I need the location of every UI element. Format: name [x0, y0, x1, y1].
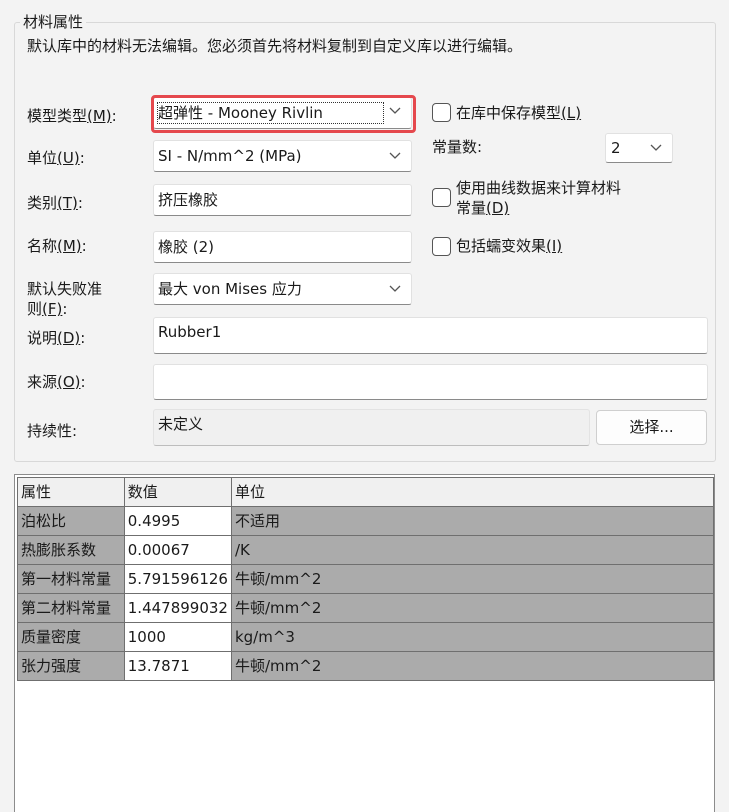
header-unit[interactable]: 单位	[230, 477, 715, 507]
sustainability-field: 未定义	[153, 409, 590, 446]
property-cell: 热膨胀系数	[17, 535, 125, 565]
value-cell[interactable]: 0.4995	[123, 506, 232, 536]
constants-value: 2	[611, 139, 621, 157]
creep-checkbox[interactable]	[432, 237, 451, 256]
table-row[interactable]: 第二材料常量 1.447899032 牛顿/mm^2	[17, 593, 715, 623]
property-grid: 属性 数值 单位 泊松比 0.4995 不适用 热膨胀系数 0.00067 /K…	[14, 474, 715, 812]
curve-data-checkbox[interactable]	[432, 188, 451, 207]
header-value[interactable]: 数值	[123, 477, 232, 507]
failure-criterion-label: 默认失败准 则(F):	[27, 280, 103, 318]
constants-label: 常量数:	[432, 138, 483, 156]
unit-cell: 不适用	[230, 506, 715, 536]
property-cell: 质量密度	[17, 622, 125, 652]
table-row[interactable]: 热膨胀系数 0.00067 /K	[17, 535, 715, 565]
category-field[interactable]: 挤压橡胶	[153, 184, 412, 216]
save-model-label: 在库中保存模型(L)	[456, 104, 582, 122]
description-field[interactable]: Rubber1	[153, 317, 708, 354]
description-label: 说明(D):	[27, 329, 86, 347]
unit-dropdown[interactable]: SI - N/mm^2 (MPa)	[153, 140, 412, 172]
chevron-down-icon	[389, 285, 401, 293]
value-cell[interactable]: 0.00067	[123, 535, 232, 565]
constants-dropdown[interactable]: 2	[605, 133, 673, 163]
unit-label: 单位(U):	[27, 149, 85, 167]
property-table: 属性 数值 单位 泊松比 0.4995 不适用 热膨胀系数 0.00067 /K…	[17, 477, 715, 681]
model-type-label: 模型类型(M):	[27, 107, 117, 125]
select-button[interactable]: 选择...	[596, 410, 707, 445]
unit-cell: /K	[230, 535, 715, 565]
property-cell: 第一材料常量	[17, 564, 125, 594]
unit-cell: 牛顿/mm^2	[230, 651, 715, 681]
chevron-down-icon	[650, 144, 662, 152]
unit-value: SI - N/mm^2 (MPa)	[158, 147, 302, 165]
name-field[interactable]: 橡胶 (2)	[153, 231, 412, 263]
source-field[interactable]	[153, 364, 708, 400]
value-cell[interactable]: 13.7871	[123, 651, 232, 681]
creep-label: 包括蠕变效果(I)	[456, 237, 563, 255]
table-header: 属性 数值 单位	[17, 477, 715, 507]
model-type-highlight	[151, 95, 416, 133]
group-title: 材料属性	[20, 11, 87, 33]
header-property[interactable]: 属性	[17, 477, 125, 507]
property-cell: 第二材料常量	[17, 593, 125, 623]
save-model-checkbox[interactable]	[432, 103, 451, 122]
unit-cell: kg/m^3	[230, 622, 715, 652]
value-cell[interactable]: 5.791596126	[123, 564, 232, 594]
sustainability-label: 持续性:	[27, 422, 78, 440]
table-row[interactable]: 张力强度 13.7871 牛顿/mm^2	[17, 651, 715, 681]
value-cell[interactable]: 1000	[123, 622, 232, 652]
table-row[interactable]: 泊松比 0.4995 不适用	[17, 506, 715, 536]
failure-criterion-dropdown[interactable]: 最大 von Mises 应力	[153, 273, 412, 305]
property-cell: 泊松比	[17, 506, 125, 536]
unit-cell: 牛顿/mm^2	[230, 564, 715, 594]
name-label: 名称(M):	[27, 237, 87, 255]
unit-cell: 牛顿/mm^2	[230, 593, 715, 623]
source-label: 来源(O):	[27, 373, 86, 391]
property-cell: 张力强度	[17, 651, 125, 681]
edit-notice: 默认库中的材料无法编辑。您必须首先将材料复制到自定义库以进行编辑。	[27, 37, 523, 55]
table-row[interactable]: 质量密度 1000 kg/m^3	[17, 622, 715, 652]
category-label: 类别(T):	[27, 194, 83, 212]
chevron-down-icon	[389, 152, 401, 160]
value-cell[interactable]: 1.447899032	[123, 593, 232, 623]
curve-data-label: 使用曲线数据来计算材料 常量(D)	[456, 179, 622, 217]
failure-criterion-value: 最大 von Mises 应力	[158, 280, 302, 298]
table-row[interactable]: 第一材料常量 5.791596126 牛顿/mm^2	[17, 564, 715, 594]
